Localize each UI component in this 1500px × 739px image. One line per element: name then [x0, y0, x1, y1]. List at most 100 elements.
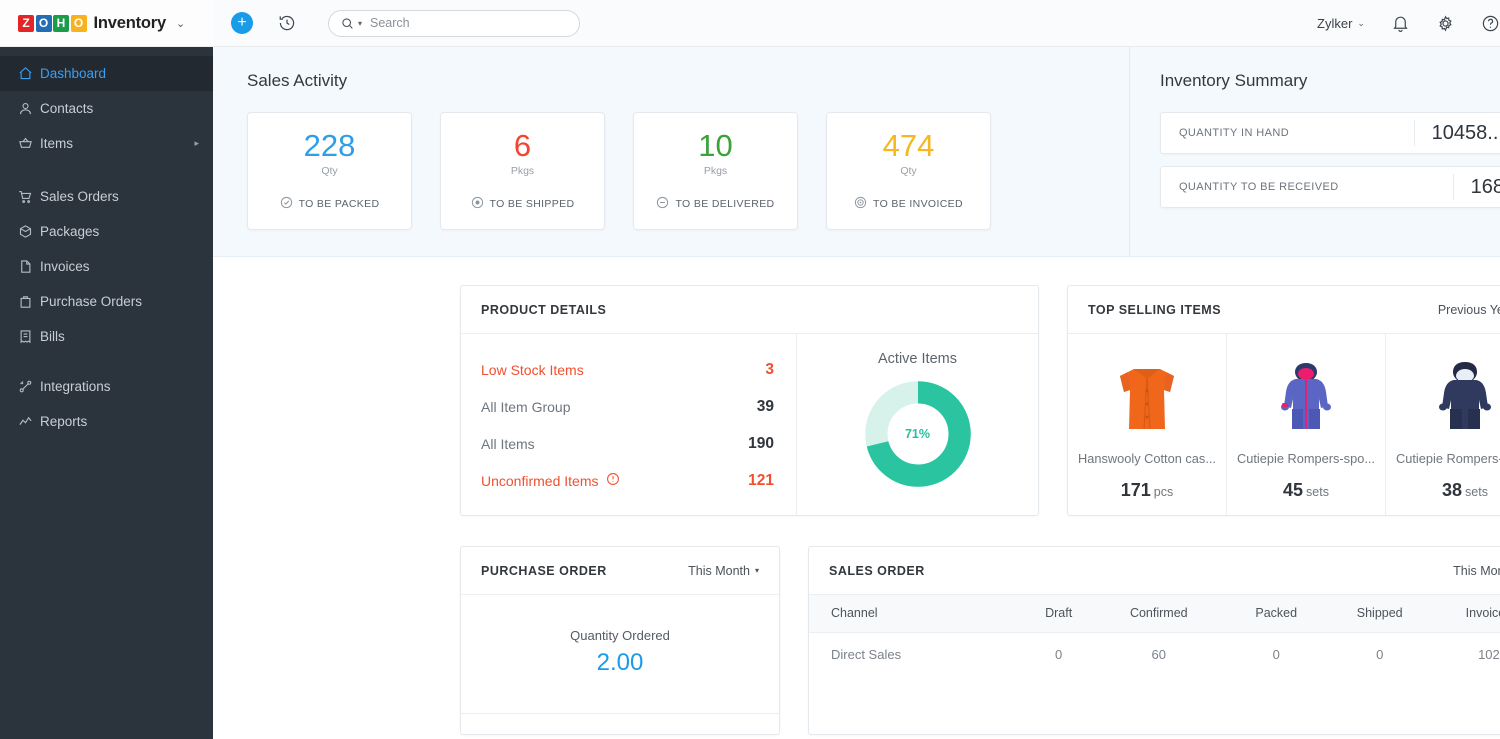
product-name: Hanswooly Cotton cas...: [1078, 451, 1216, 466]
basket-icon: [18, 136, 40, 151]
table-header-row: Channel Draft Confirmed Packed Shipped I…: [809, 595, 1500, 632]
product-unit: pcs: [1154, 485, 1173, 499]
main-area: + ▾ Zylker ⌄: [213, 0, 1500, 739]
sales-order-header: SALES ORDER This Month ▾: [809, 547, 1500, 595]
activity-value: 6: [514, 130, 531, 163]
home-icon: [18, 66, 40, 81]
chevron-right-icon[interactable]: ▸: [194, 138, 199, 149]
top-selling-items-panel: TOP SELLING ITEMS Previous Year ▾: [1067, 285, 1500, 516]
top-selling-filter[interactable]: Previous Year ▾: [1438, 303, 1500, 317]
chevron-down-icon: ▾: [755, 566, 759, 575]
logo-letter: H: [53, 15, 69, 32]
sidebar-item-items[interactable]: Items ▸: [0, 126, 213, 161]
product-row-label-wrap: Unconfirmed Items: [481, 472, 620, 489]
column-header-draft: Draft: [1027, 595, 1091, 632]
sidebar-item-label: Integrations: [40, 379, 199, 394]
help-icon[interactable]: [1481, 14, 1500, 33]
add-new-button[interactable]: +: [231, 12, 253, 34]
sales-order-filter[interactable]: This Month ▾: [1453, 564, 1500, 578]
column-header-invoiced: Invoiced: [1434, 595, 1500, 632]
sidebar-item-integrations[interactable]: Integrations: [0, 369, 213, 404]
cell-confirmed: 60: [1091, 632, 1227, 676]
sidebar-item-label: Packages: [40, 224, 199, 239]
sidebar-item-invoices[interactable]: Invoices: [0, 249, 213, 284]
activity-card-to-be-invoiced[interactable]: 474 Qty TO BE INVOICED: [826, 112, 991, 230]
sales-activity-section: Sales Activity 228 Qty TO BE PACKED: [213, 47, 1129, 256]
search-input[interactable]: [370, 16, 567, 30]
activity-card-to-be-shipped[interactable]: 6 Pkgs TO BE SHIPPED: [440, 112, 605, 230]
chevron-down-icon[interactable]: ▾: [358, 19, 362, 28]
product-row-unconfirmed-items[interactable]: Unconfirmed Items 121: [481, 462, 774, 499]
column-header-shipped: Shipped: [1325, 595, 1433, 632]
activity-label: TO BE PACKED: [299, 198, 380, 210]
product-unit: sets: [1306, 485, 1329, 499]
top-selling-list: Hanswooly Cotton cas... 171pcs: [1068, 334, 1500, 515]
activity-label: TO BE INVOICED: [873, 198, 963, 210]
quantity-ordered-value: 2.00: [597, 649, 644, 677]
product-row-low-stock-items[interactable]: Low Stock Items 3: [481, 351, 774, 388]
top-selling-header: TOP SELLING ITEMS Previous Year ▾: [1068, 286, 1500, 334]
app-root: Z O H O Inventory ⌄ Dashboard Contacts: [0, 0, 1500, 739]
logo-letter: O: [71, 15, 87, 32]
sidebar-item-label: Reports: [40, 414, 199, 429]
sidebar-item-contacts[interactable]: Contacts: [0, 91, 213, 126]
activity-card-to-be-delivered[interactable]: 10 Pkgs TO BE DELIVERED: [633, 112, 798, 230]
cart-icon: [18, 189, 40, 204]
warning-circle-icon[interactable]: [606, 472, 620, 489]
inventory-row-value: 168: [1453, 174, 1500, 200]
product-row-value: 121: [748, 472, 774, 490]
sidebar-item-bills[interactable]: Bills: [0, 319, 213, 354]
sidebar-item-purchase-orders[interactable]: Purchase Orders: [0, 284, 213, 319]
sidebar-item-sales-orders[interactable]: Sales Orders: [0, 179, 213, 214]
product-row-all-item-group[interactable]: All Item Group 39: [481, 388, 774, 425]
product-row-label: Low Stock Items: [481, 362, 584, 378]
check-circle-icon: [280, 196, 293, 212]
top-selling-item[interactable]: Hanswooly Cotton cas... 171pcs: [1068, 334, 1227, 515]
top-selling-item[interactable]: Cutiepie Rompers-jet b.. 38sets: [1386, 334, 1500, 515]
inventory-row-quantity-in-hand[interactable]: QUANTITY IN HAND 10458...: [1160, 112, 1500, 154]
product-qty-row: 171pcs: [1121, 480, 1174, 501]
cell-invoiced: 102: [1434, 632, 1500, 676]
sidebar-item-packages[interactable]: Packages: [0, 214, 213, 249]
document-icon: [18, 259, 40, 274]
inventory-row-label: QUANTITY IN HAND: [1161, 127, 1414, 139]
chevron-down-icon[interactable]: ⌄: [176, 17, 185, 30]
sidebar-nav: Dashboard Contacts Items ▸ Sal: [0, 47, 213, 439]
filter-label: This Month: [688, 564, 750, 578]
panel-title: TOP SELLING ITEMS: [1088, 303, 1221, 317]
history-icon[interactable]: [278, 14, 296, 32]
organization-selector[interactable]: Zylker ⌄: [1317, 16, 1365, 31]
activity-label-row: TO BE DELIVERED: [656, 196, 774, 212]
search-box[interactable]: ▾: [328, 10, 580, 37]
inventory-row-quantity-to-be-received[interactable]: QUANTITY TO BE RECEIVED 168: [1160, 166, 1500, 208]
organization-label: Zylker: [1317, 16, 1352, 31]
product-qty-row: 38sets: [1442, 480, 1488, 501]
panels-row-1: PRODUCT DETAILS Low Stock Items 3 All It…: [213, 257, 1500, 516]
activity-card-to-be-packed[interactable]: 228 Qty TO BE PACKED: [247, 112, 412, 230]
product-qty: 45: [1283, 480, 1303, 500]
activity-value: 474: [883, 130, 935, 163]
cell-shipped: 0: [1325, 632, 1433, 676]
bag-icon: [18, 294, 40, 309]
table-row[interactable]: Direct Sales 0 60 0 0 102: [809, 632, 1500, 676]
product-row-all-items[interactable]: All Items 190: [481, 425, 774, 462]
sidebar-item-label: Invoices: [40, 259, 199, 274]
product-details-panel: PRODUCT DETAILS Low Stock Items 3 All It…: [460, 285, 1039, 516]
panel-title: PRODUCT DETAILS: [481, 303, 606, 317]
purchase-order-filter[interactable]: This Month ▾: [688, 564, 759, 578]
column-header-channel: Channel: [809, 595, 1027, 632]
logo-letter: O: [36, 15, 52, 32]
bell-icon[interactable]: [1391, 14, 1410, 33]
gear-icon[interactable]: [1436, 14, 1455, 33]
inventory-row-label: QUANTITY TO BE RECEIVED: [1161, 181, 1453, 193]
top-selling-item[interactable]: Cutiepie Rompers-spo... 45sets: [1227, 334, 1386, 515]
product-name: Cutiepie Rompers-jet b..: [1396, 451, 1500, 466]
sidebar-item-reports[interactable]: Reports: [0, 404, 213, 439]
table-header: Channel Draft Confirmed Packed Shipped I…: [809, 595, 1500, 632]
table-body: Direct Sales 0 60 0 0 102: [809, 632, 1500, 676]
sidebar-item-dashboard[interactable]: Dashboard: [0, 56, 213, 91]
product-details-header: PRODUCT DETAILS: [461, 286, 1038, 334]
brand-header[interactable]: Z O H O Inventory ⌄: [0, 0, 213, 47]
product-name: Cutiepie Rompers-spo...: [1237, 451, 1375, 466]
product-image-blue-romper: [1270, 353, 1342, 437]
